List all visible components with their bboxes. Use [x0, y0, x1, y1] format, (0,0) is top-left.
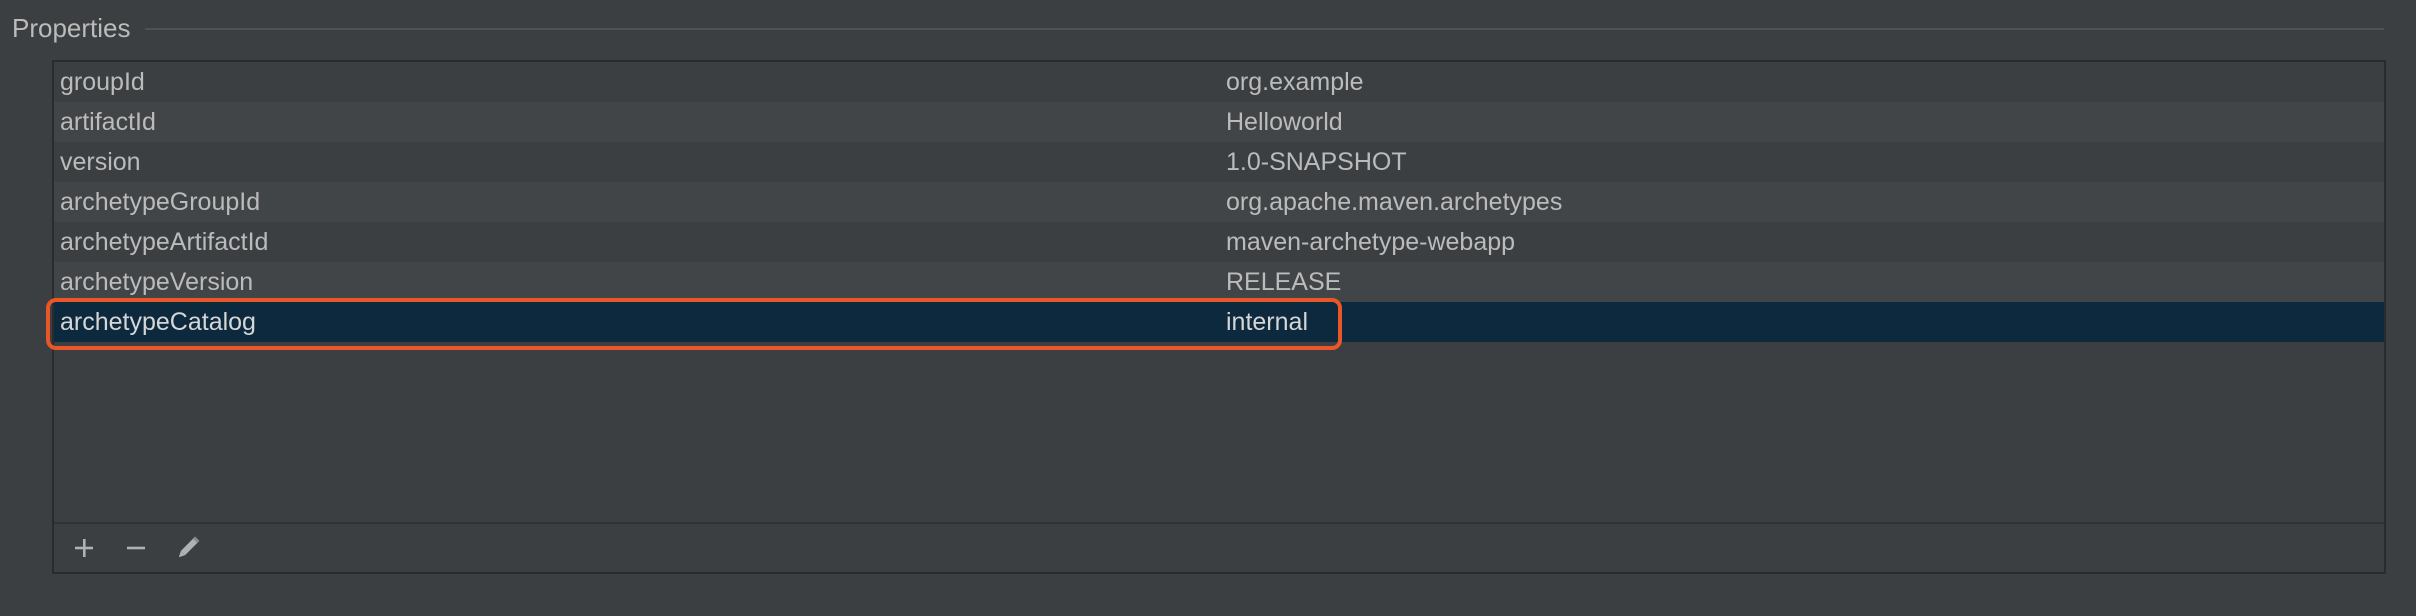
- property-key: archetypeArtifactId: [60, 227, 269, 256]
- section-divider: [144, 28, 2384, 30]
- property-value: org.example: [1226, 67, 1364, 96]
- minus-icon: [127, 546, 145, 550]
- property-key: archetypeVersion: [60, 267, 254, 296]
- table-row[interactable]: archetypeGroupId org.apache.maven.archet…: [54, 182, 2384, 222]
- edit-property-button[interactable]: [168, 528, 208, 568]
- properties-section-header: Properties: [12, 10, 2384, 46]
- property-key: archetypeGroupId: [60, 187, 261, 216]
- properties-table[interactable]: groupId org.example artifactId Helloworl…: [46, 62, 2384, 524]
- table-row[interactable]: archetypeArtifactId maven-archetype-weba…: [54, 222, 2384, 262]
- remove-property-button[interactable]: [116, 528, 156, 568]
- property-key: archetypeCatalog: [60, 307, 256, 336]
- property-value: Helloworld: [1226, 107, 1343, 136]
- property-value: 1.0-SNAPSHOT: [1226, 147, 1407, 176]
- table-toolbar: [54, 522, 2384, 572]
- property-value: org.apache.maven.archetypes: [1226, 187, 1563, 216]
- property-key: artifactId: [60, 107, 156, 136]
- properties-panel: groupId org.example artifactId Helloworl…: [46, 60, 2386, 574]
- table-row[interactable]: archetypeVersion RELEASE: [54, 262, 2384, 302]
- property-value: maven-archetype-webapp: [1226, 227, 1516, 256]
- section-title: Properties: [12, 12, 131, 43]
- property-key: groupId: [60, 67, 145, 96]
- table-row-selected[interactable]: archetypeCatalog internal: [54, 302, 2384, 342]
- property-key: version: [60, 147, 141, 176]
- table-row[interactable]: version 1.0-SNAPSHOT: [54, 142, 2384, 182]
- pencil-icon: [178, 536, 200, 558]
- table-row[interactable]: groupId org.example: [54, 62, 2384, 102]
- plus-icon: [75, 539, 93, 557]
- add-property-button[interactable]: [64, 528, 104, 568]
- table-row[interactable]: artifactId Helloworld: [54, 102, 2384, 142]
- property-value: RELEASE: [1226, 267, 1342, 296]
- property-value: internal: [1226, 307, 1308, 336]
